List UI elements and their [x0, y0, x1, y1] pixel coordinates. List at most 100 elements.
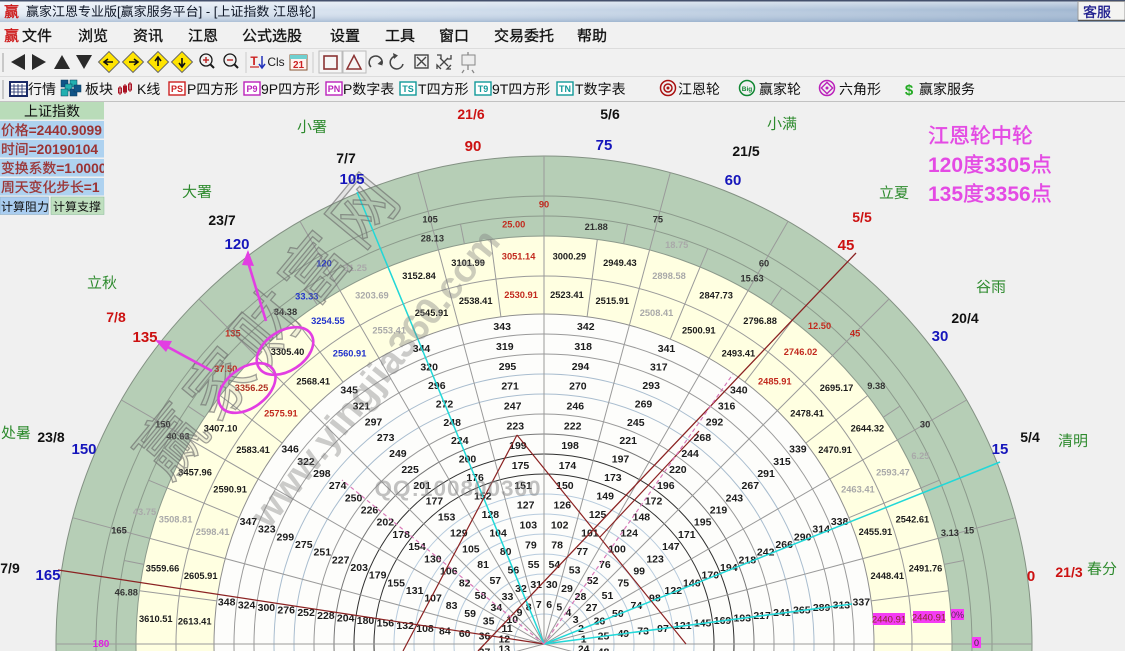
svg-text:75: 75	[653, 215, 663, 225]
svg-text:319: 319	[496, 341, 514, 353]
svg-text:173: 173	[604, 472, 622, 484]
svg-text:3559.66: 3559.66	[146, 564, 180, 574]
svg-text:2500.91: 2500.91	[682, 326, 716, 336]
svg-text:124: 124	[620, 527, 638, 539]
svg-text:76: 76	[599, 559, 611, 571]
svg-text:172: 172	[645, 496, 663, 508]
svg-text:135: 135	[132, 329, 157, 346]
svg-text:[: [	[117, 4, 121, 19]
svg-text:7/7: 7/7	[336, 150, 356, 166]
svg-text:3305: 3305	[984, 154, 1031, 177]
svg-text:5/6: 5/6	[600, 106, 620, 122]
svg-text:147: 147	[662, 541, 680, 553]
svg-text:165: 165	[35, 567, 60, 584]
svg-text:9.38: 9.38	[867, 381, 885, 391]
svg-text:2568.41: 2568.41	[296, 376, 330, 386]
svg-text:179: 179	[369, 570, 387, 582]
svg-text:3: 3	[573, 614, 579, 626]
svg-text:]: ]	[312, 4, 316, 19]
svg-text:246: 246	[567, 401, 585, 413]
svg-text:Big: Big	[742, 86, 753, 93]
svg-text:2560.91: 2560.91	[333, 349, 367, 359]
svg-text:341: 341	[658, 343, 676, 355]
svg-text:27: 27	[586, 602, 598, 614]
svg-text:294: 294	[572, 361, 590, 373]
svg-text:103: 103	[520, 520, 538, 532]
svg-text:3407.10: 3407.10	[204, 423, 238, 433]
svg-text:90: 90	[465, 138, 482, 155]
svg-text:7/8: 7/8	[106, 309, 126, 325]
svg-text:135: 135	[928, 183, 963, 206]
svg-text:5/4: 5/4	[1020, 429, 1040, 445]
svg-text:0%: 0%	[951, 610, 964, 620]
svg-text:30: 30	[920, 420, 930, 430]
svg-text:274: 274	[329, 480, 347, 492]
svg-text:120: 120	[928, 154, 963, 177]
svg-text:273: 273	[377, 432, 395, 444]
svg-text:=1: =1	[84, 180, 100, 195]
svg-text:T9: T9	[478, 84, 489, 94]
svg-text:299: 299	[277, 531, 295, 543]
svg-text:K: K	[137, 81, 147, 97]
svg-text:$: $	[905, 82, 914, 99]
svg-text:57: 57	[489, 575, 501, 587]
svg-text:2491.76: 2491.76	[909, 564, 943, 574]
svg-text:9P: 9P	[261, 81, 278, 97]
svg-text:293: 293	[642, 380, 660, 392]
svg-text:23/8: 23/8	[37, 429, 64, 445]
svg-text:60: 60	[759, 258, 769, 268]
svg-text:P: P	[343, 81, 352, 97]
svg-text:2796.88: 2796.88	[743, 316, 777, 326]
svg-text:249: 249	[389, 448, 407, 460]
svg-text:3508.81: 3508.81	[159, 515, 193, 525]
svg-text:243: 243	[726, 492, 744, 504]
svg-text:2746.02: 2746.02	[784, 347, 818, 357]
svg-text:45: 45	[850, 328, 860, 338]
svg-text:0: 0	[1027, 568, 1035, 585]
svg-text:222: 222	[564, 420, 582, 432]
svg-text:291: 291	[757, 468, 775, 480]
svg-text:105: 105	[462, 543, 480, 555]
svg-text:102: 102	[551, 520, 569, 532]
svg-text:2605.91: 2605.91	[184, 571, 218, 581]
svg-text:78: 78	[551, 539, 563, 551]
svg-text:2847.73: 2847.73	[699, 291, 733, 301]
svg-text:46.88: 46.88	[115, 587, 138, 597]
svg-text:120: 120	[224, 236, 249, 253]
svg-text:75: 75	[617, 578, 629, 590]
svg-text:43.75: 43.75	[133, 507, 156, 517]
svg-text:35: 35	[483, 616, 495, 628]
svg-text:30: 30	[932, 328, 949, 345]
svg-text:48: 48	[598, 646, 610, 651]
svg-text:270: 270	[569, 381, 587, 393]
svg-text:2695.17: 2695.17	[820, 383, 854, 393]
svg-text:2575.91: 2575.91	[264, 409, 298, 419]
svg-text:2463.41: 2463.41	[841, 485, 875, 495]
svg-text:174: 174	[559, 460, 577, 472]
svg-text:24: 24	[578, 644, 590, 651]
svg-text:PN: PN	[328, 84, 341, 94]
svg-text:5: 5	[556, 602, 562, 614]
svg-text:2515.91: 2515.91	[595, 296, 629, 306]
svg-text:13: 13	[498, 644, 510, 651]
svg-text:60: 60	[725, 172, 742, 189]
svg-text:30: 30	[546, 579, 558, 591]
svg-text:267: 267	[742, 480, 760, 492]
svg-text:251: 251	[314, 547, 332, 559]
svg-text:220: 220	[669, 464, 687, 476]
svg-text:196: 196	[657, 480, 675, 492]
svg-text:123: 123	[646, 553, 664, 565]
svg-text:2508.41: 2508.41	[640, 308, 674, 318]
svg-text:7/9: 7/9	[0, 560, 20, 576]
svg-text:223: 223	[507, 420, 525, 432]
svg-text:3000.29: 3000.29	[553, 251, 587, 261]
svg-text:340: 340	[730, 385, 748, 397]
svg-text:2478.41: 2478.41	[790, 409, 824, 419]
svg-text:227: 227	[332, 554, 350, 566]
svg-text:276: 276	[277, 605, 295, 617]
svg-text:165: 165	[111, 526, 127, 536]
svg-text:Cls: Cls	[267, 55, 284, 69]
svg-text:180: 180	[93, 639, 110, 650]
svg-text:] - [: ] - [	[199, 4, 218, 19]
svg-text:198: 198	[561, 440, 579, 452]
